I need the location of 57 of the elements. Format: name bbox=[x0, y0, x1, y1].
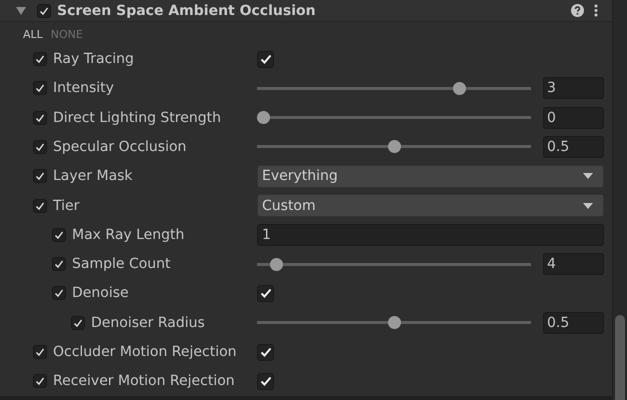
select-link[interactable]: ALL bbox=[23, 28, 43, 42]
property-label: Ray Tracing bbox=[53, 51, 134, 68]
property-label: Specular Occlusion bbox=[53, 138, 186, 155]
slider[interactable] bbox=[257, 316, 531, 330]
property-label: Denoiser Radius bbox=[91, 314, 205, 331]
dropdown[interactable]: Custom bbox=[257, 194, 604, 218]
expand-triangle-icon[interactable] bbox=[16, 6, 26, 15]
number-field[interactable]: 4 bbox=[543, 253, 604, 276]
override-checkbox[interactable] bbox=[33, 345, 47, 360]
property-label: Layer Mask bbox=[53, 168, 133, 184]
slider-thumb[interactable] bbox=[388, 316, 400, 330]
scrollbar[interactable] bbox=[612, 0, 627, 400]
override-checkbox[interactable] bbox=[71, 316, 85, 330]
dropdown[interactable]: Everything bbox=[257, 164, 604, 188]
slider[interactable] bbox=[257, 82, 531, 95]
value-checkbox[interactable] bbox=[257, 344, 274, 361]
dropdown-arrow-icon bbox=[583, 202, 593, 209]
text-field[interactable]: 1 bbox=[257, 224, 604, 246]
override-checkbox[interactable] bbox=[33, 140, 47, 154]
override-checkbox[interactable] bbox=[33, 374, 47, 388]
override-checkbox[interactable] bbox=[52, 286, 66, 300]
override-checkbox[interactable] bbox=[33, 169, 47, 184]
slider-thumb[interactable] bbox=[388, 140, 400, 154]
override-checkbox[interactable] bbox=[33, 198, 47, 213]
property-label: Occluder Motion Rejection bbox=[53, 344, 237, 360]
slider[interactable] bbox=[257, 111, 531, 124]
slider-thumb[interactable] bbox=[270, 258, 284, 271]
property-label: Intensity bbox=[53, 80, 114, 96]
number-field[interactable]: 0 bbox=[543, 106, 604, 129]
section-header[interactable]: Screen Space Ambient Occlusion bbox=[0, 0, 612, 22]
slider[interactable] bbox=[257, 140, 531, 154]
property-label: Direct Lighting Strength bbox=[53, 110, 221, 126]
override-checkbox[interactable] bbox=[33, 110, 47, 125]
property-label: Max Ray Length bbox=[72, 226, 184, 243]
scrollbar-thumb[interactable] bbox=[615, 315, 625, 400]
property-label: Denoise bbox=[72, 285, 129, 302]
override-checkbox[interactable] bbox=[52, 257, 66, 272]
enable-checkbox[interactable] bbox=[37, 4, 51, 18]
value-checkbox[interactable] bbox=[257, 372, 274, 390]
number-field[interactable]: 0.5 bbox=[543, 312, 604, 334]
property-label: Tier bbox=[53, 198, 80, 214]
property-label: Sample Count bbox=[72, 256, 171, 272]
dropdown-arrow-icon bbox=[583, 173, 593, 180]
more-options-icon[interactable] bbox=[594, 4, 598, 18]
section-title: Screen Space Ambient Occlusion bbox=[57, 2, 316, 19]
value-checkbox[interactable] bbox=[257, 50, 274, 68]
help-icon[interactable] bbox=[571, 4, 584, 18]
slider-thumb[interactable] bbox=[257, 111, 270, 124]
override-checkbox[interactable] bbox=[33, 81, 47, 96]
value-checkbox[interactable] bbox=[257, 284, 274, 302]
slider-thumb[interactable] bbox=[452, 82, 466, 95]
number-field[interactable]: 0.5 bbox=[543, 136, 604, 158]
property-label: Receiver Motion Rejection bbox=[53, 373, 235, 390]
number-field[interactable]: 3 bbox=[543, 77, 604, 100]
override-checkbox[interactable] bbox=[33, 52, 47, 66]
slider[interactable] bbox=[257, 258, 531, 271]
override-checkbox[interactable] bbox=[52, 228, 66, 242]
